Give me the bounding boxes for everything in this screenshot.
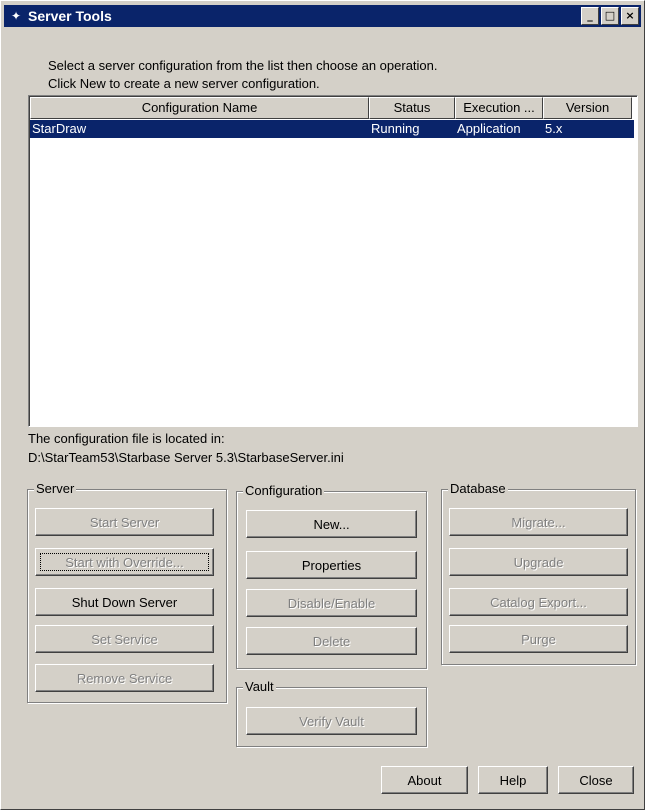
cell-version: 5.x: [545, 121, 563, 136]
cell-configuration-name: StarDraw: [32, 121, 87, 136]
disable-enable-button[interactable]: Disable/Enable: [246, 589, 417, 617]
vault-group-label: Vault: [243, 679, 276, 694]
verify-vault-button[interactable]: Verify Vault: [246, 707, 417, 735]
column-header-execution[interactable]: Execution ...: [455, 97, 543, 119]
window-controls: _ □ ×: [579, 7, 639, 25]
remove-service-button[interactable]: Remove Service: [35, 664, 214, 692]
config-file-path: D:\StarTeam53\Starbase Server 5.3\Starba…: [28, 450, 344, 465]
config-file-label: The configuration file is located in:: [28, 431, 225, 446]
about-button[interactable]: About: [381, 766, 468, 794]
shut-down-server-button[interactable]: Shut Down Server: [35, 588, 214, 616]
title-bar[interactable]: ✦ Server Tools _ □ ×: [4, 5, 641, 27]
purge-button[interactable]: Purge: [449, 625, 628, 653]
migrate-button[interactable]: Migrate...: [449, 508, 628, 536]
table-row[interactable]: StarDraw Running Application 5.x: [30, 120, 634, 138]
database-group-label: Database: [448, 481, 508, 496]
start-with-override-label: Start with Override...: [65, 555, 184, 570]
upgrade-button[interactable]: Upgrade: [449, 548, 628, 576]
column-header-configuration-name[interactable]: Configuration Name: [30, 97, 369, 119]
properties-button[interactable]: Properties: [246, 551, 417, 579]
cell-execution: Application: [457, 121, 521, 136]
window-title: Server Tools: [28, 8, 112, 24]
minimize-button[interactable]: _: [581, 7, 599, 25]
instruction-line-2: Click New to create a new server configu…: [48, 76, 320, 91]
delete-button[interactable]: Delete: [246, 627, 417, 655]
list-header: Configuration Name Status Execution ... …: [30, 97, 636, 119]
catalog-export-button[interactable]: Catalog Export...: [449, 588, 628, 616]
instruction-line-1: Select a server configuration from the l…: [48, 58, 438, 73]
close-window-button[interactable]: ×: [621, 7, 639, 25]
help-button[interactable]: Help: [478, 766, 548, 794]
server-group-label: Server: [34, 481, 77, 496]
column-header-version[interactable]: Version: [543, 97, 632, 119]
new-button[interactable]: New...: [246, 510, 417, 538]
app-icon: ✦: [10, 9, 22, 23]
column-header-status[interactable]: Status: [369, 97, 455, 119]
server-tools-window: ✦ Server Tools _ □ × Select a server con…: [0, 0, 645, 810]
configuration-group-label: Configuration: [243, 483, 325, 498]
start-with-override-button[interactable]: Start with Override...: [35, 548, 214, 576]
maximize-button[interactable]: □: [601, 7, 619, 25]
configuration-list[interactable]: Configuration Name Status Execution ... …: [28, 95, 638, 427]
cell-status: Running: [371, 121, 420, 136]
set-service-button[interactable]: Set Service: [35, 625, 214, 653]
start-server-button[interactable]: Start Server: [35, 508, 214, 536]
close-button[interactable]: Close: [558, 766, 634, 794]
